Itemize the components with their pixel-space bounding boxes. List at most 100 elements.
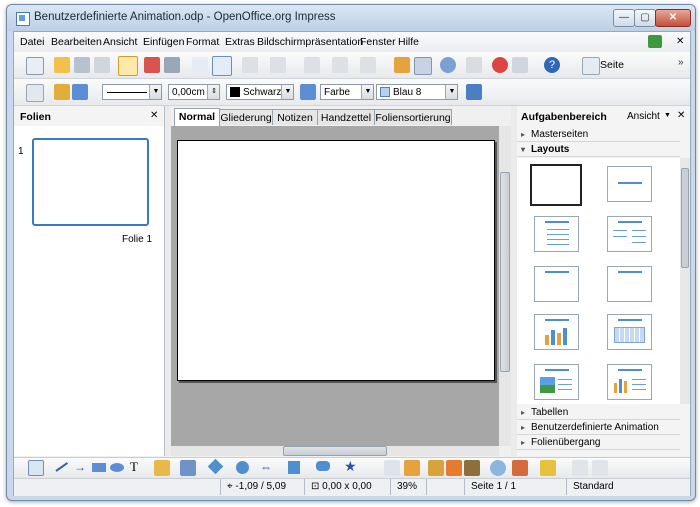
points-icon[interactable] <box>384 460 400 476</box>
tab-gliederung[interactable]: Gliederung <box>219 109 273 125</box>
callouts-icon[interactable] <box>316 461 330 471</box>
paste-icon[interactable] <box>304 57 320 73</box>
vertical-scrollbar[interactable] <box>499 126 511 446</box>
undo-icon[interactable] <box>332 57 348 73</box>
section-layouts[interactable]: Layouts <box>517 143 680 157</box>
export-pdf-icon[interactable] <box>144 57 160 73</box>
auto-spellcheck-icon[interactable] <box>212 56 232 76</box>
fontwork-icon[interactable] <box>464 460 480 476</box>
tab-normal[interactable]: Normal <box>174 108 220 126</box>
menu-ansicht[interactable]: Ansicht <box>103 36 137 48</box>
slide-page[interactable] <box>177 140 495 381</box>
text-tool-icon[interactable]: T <box>130 459 138 475</box>
horizontal-scrollbar[interactable] <box>171 446 499 456</box>
help-icon[interactable]: ? <box>544 57 560 73</box>
save-icon[interactable] <box>74 57 90 73</box>
arrow-style-icon[interactable] <box>72 84 88 100</box>
grid-icon[interactable] <box>466 57 482 73</box>
cut-icon[interactable] <box>242 57 258 73</box>
toolbar-overflow-icon[interactable]: » <box>678 57 684 68</box>
connector-icon[interactable] <box>180 460 196 476</box>
effects-icon[interactable] <box>512 460 528 476</box>
select-arrow-icon[interactable] <box>28 460 44 476</box>
tab-handzettel[interactable]: Handzettel <box>317 109 375 125</box>
menu-extras[interactable]: Extras <box>225 36 255 48</box>
layout-title-table[interactable] <box>607 314 652 350</box>
chevron-down-icon[interactable]: ▼ <box>664 112 671 119</box>
line-style-select[interactable]: ▼ <box>102 84 162 100</box>
task-pane-view-menu[interactable]: Ansicht <box>627 111 660 122</box>
symbol-shapes-icon[interactable] <box>236 461 249 474</box>
chevron-down-icon[interactable]: ▼ <box>445 85 457 99</box>
slide-button-label[interactable]: Seite <box>600 59 624 71</box>
tab-notizen[interactable]: Notizen <box>272 109 318 125</box>
section-masterseiten[interactable]: Masterseiten <box>517 128 680 142</box>
update-download-icon[interactable] <box>648 35 662 48</box>
chart-icon[interactable] <box>394 57 410 73</box>
slide-thumbnail[interactable] <box>32 138 149 226</box>
block-arrows-icon[interactable]: ⇔ <box>260 460 272 474</box>
rectangle-icon[interactable] <box>92 463 106 472</box>
chevron-down-icon[interactable]: ▼ <box>149 85 161 99</box>
rotate-icon[interactable] <box>592 460 608 476</box>
chevron-down-icon[interactable]: ▼ <box>361 85 373 99</box>
layout-title-chart-text[interactable] <box>607 364 652 400</box>
line-width-field[interactable]: 0,00cm ⇕ <box>168 84 220 100</box>
layout-title-clipart-text[interactable] <box>534 364 579 400</box>
layout-blank[interactable] <box>530 164 582 206</box>
line-icon[interactable] <box>54 84 70 100</box>
area-icon[interactable] <box>300 84 316 100</box>
line-color-select[interactable]: Schwarz ▼ <box>226 84 294 100</box>
task-pane-close-icon[interactable]: ✕ <box>677 110 685 121</box>
menu-hilfe[interactable]: Hilfe <box>398 36 419 48</box>
gallery-icon[interactable] <box>446 460 462 476</box>
minimize-button[interactable]: — <box>613 9 635 27</box>
vertical-scroll-thumb[interactable] <box>500 172 510 372</box>
hyperlink-icon[interactable] <box>492 57 508 73</box>
shadow-icon[interactable] <box>466 84 482 100</box>
menu-format[interactable]: Format <box>186 36 219 48</box>
stars-icon[interactable]: ★ <box>344 458 357 475</box>
spin-icon[interactable]: ⇕ <box>207 85 219 99</box>
edit-file-icon[interactable] <box>118 56 138 76</box>
close-button[interactable]: ✕ <box>655 9 691 27</box>
area-style-select[interactable]: Farbe ▼ <box>320 84 374 100</box>
tab-foliensortierung[interactable]: Foliensortierung <box>374 109 452 125</box>
zoom-icon[interactable] <box>512 57 528 73</box>
basic-shapes-icon[interactable] <box>207 458 224 475</box>
glue-points-icon[interactable] <box>404 460 420 476</box>
layouts-scroll-thumb[interactable] <box>681 168 689 268</box>
table-icon[interactable] <box>414 57 432 75</box>
chevron-down-icon[interactable]: ▼ <box>281 85 293 99</box>
flowchart-icon[interactable] <box>288 461 300 474</box>
layout-centered-text[interactable] <box>607 266 652 302</box>
open-folder-icon[interactable] <box>54 57 70 73</box>
email-icon[interactable] <box>94 57 110 73</box>
section-folienuebergang[interactable]: Folienübergang <box>517 436 680 450</box>
print-icon[interactable] <box>164 57 180 73</box>
menu-fenster[interactable]: Fenster <box>360 36 396 48</box>
arrow-line-icon[interactable]: → <box>74 460 86 474</box>
navigator-icon[interactable] <box>440 57 456 73</box>
arrange-icon[interactable] <box>572 460 588 476</box>
new-document-icon[interactable] <box>26 57 44 75</box>
curve-icon[interactable] <box>154 460 170 476</box>
ellipse-icon[interactable] <box>110 463 124 472</box>
status-zoom[interactable]: 39% <box>390 479 426 495</box>
copy-icon[interactable] <box>270 57 286 73</box>
menu-bildschirmpraesentation[interactable]: Bildschirmpräsentation <box>257 36 363 48</box>
section-tabellen[interactable]: Tabellen <box>517 406 680 420</box>
menu-bearbeiten[interactable]: Bearbeiten <box>51 36 102 48</box>
layout-title-content[interactable] <box>534 216 579 252</box>
line-tool-icon[interactable] <box>55 462 69 472</box>
styles-icon[interactable] <box>26 84 44 102</box>
slide-icon[interactable] <box>582 57 600 75</box>
horizontal-scroll-thumb[interactable] <box>283 446 387 456</box>
from-file-icon[interactable] <box>428 460 444 476</box>
close-document-icon[interactable]: ✕ <box>676 36 684 47</box>
redo-icon[interactable] <box>360 57 376 73</box>
align-icon[interactable] <box>540 460 556 476</box>
section-benutzerdefinierte-animation[interactable]: Benutzerdefinierte Animation <box>517 421 680 435</box>
spellcheck-icon[interactable] <box>192 57 208 73</box>
layouts-scrollbar[interactable] <box>680 158 690 404</box>
